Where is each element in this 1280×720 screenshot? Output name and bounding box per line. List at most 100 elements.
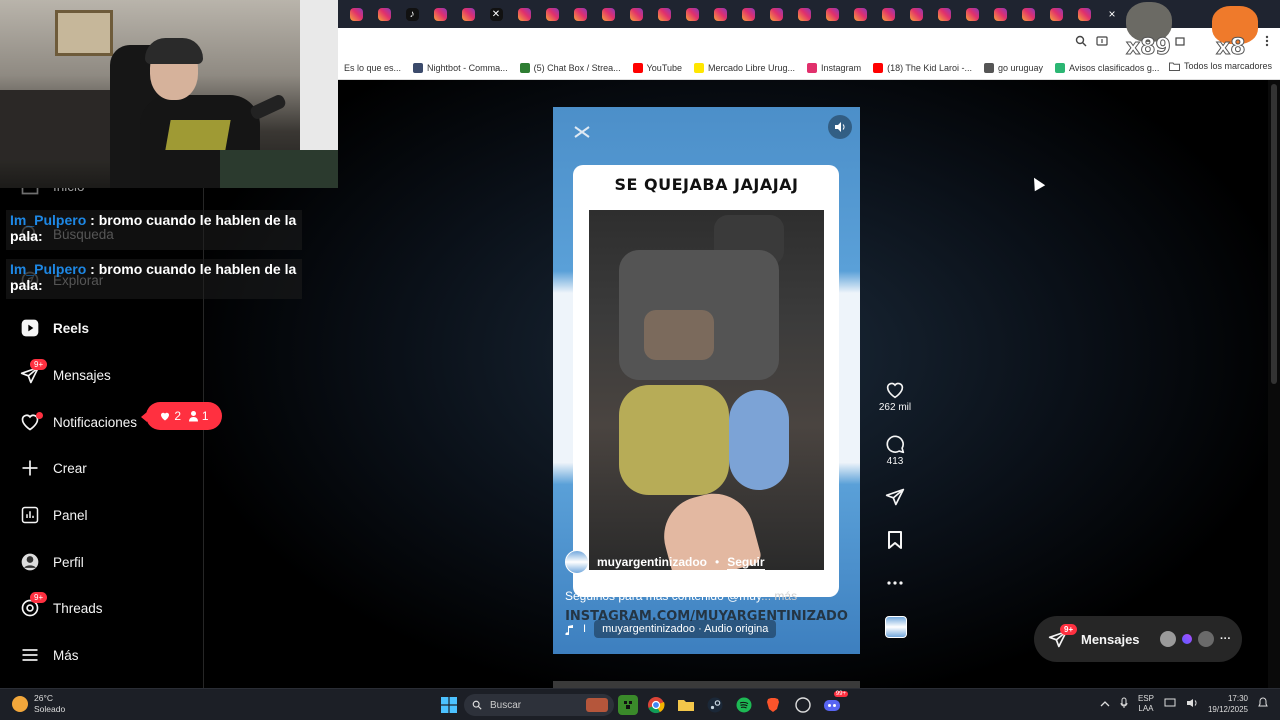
bookmark-item[interactable]: Mercado Libre Urug... [688, 62, 801, 73]
share-icon[interactable] [876, 485, 914, 509]
all-bookmarks-label: Todos los marcadores [1183, 61, 1272, 71]
browser-tab[interactable] [734, 3, 762, 25]
audio-thumbnail[interactable] [885, 616, 907, 638]
sidebar-item-menu[interactable]: Más [0, 635, 204, 675]
caption-more-link[interactable]: ... más [761, 589, 797, 603]
steam-icon[interactable] [705, 695, 725, 715]
like-action[interactable]: 262 mil [876, 378, 914, 413]
zoom-icon[interactable] [1074, 35, 1088, 49]
author-username[interactable]: muyargentinizadoo [597, 555, 707, 569]
bookmark-item[interactable]: go uruguay [978, 62, 1049, 73]
browser-tab[interactable] [1014, 3, 1042, 25]
reel-audio-row[interactable]: I muyargentinizadoo · Audio origina [565, 619, 795, 639]
bookmark-item[interactable]: (5) Chat Box / Strea... [514, 62, 627, 73]
taskbar-search[interactable]: Buscar [464, 694, 614, 716]
windows-start-icon[interactable] [439, 695, 459, 715]
browser-tab[interactable] [958, 3, 986, 25]
browser-tab[interactable] [678, 3, 706, 25]
taskbar-search-placeholder: Buscar [490, 699, 522, 711]
browser-tab[interactable] [342, 3, 370, 25]
heart-icon[interactable] [876, 378, 914, 402]
github-desktop-icon[interactable] [793, 695, 813, 715]
messages-pill[interactable]: 9+ Mensajes ··· [1034, 616, 1242, 662]
clock[interactable]: 17:30 19/12/2025 [1208, 693, 1248, 715]
instagram-icon [937, 7, 951, 21]
browser-tab[interactable] [846, 3, 874, 25]
language-indicator[interactable]: ESP LAA [1138, 694, 1154, 714]
file-explorer-icon[interactable] [676, 695, 696, 715]
browser-tab[interactable] [790, 3, 818, 25]
tab-close-icon[interactable]: × [1104, 7, 1120, 21]
browser-tab[interactable] [538, 3, 566, 25]
discord-icon[interactable]: 99+ [822, 691, 848, 715]
scrollbar-thumb[interactable] [1271, 84, 1277, 384]
bookmark-item[interactable]: Avisos clasificados g... [1049, 62, 1165, 73]
comment-icon[interactable] [876, 432, 914, 456]
more-avatars-indicator: ··· [1220, 633, 1231, 645]
browser-tab[interactable] [1070, 3, 1098, 25]
notifications-popup[interactable]: 2 1 [141, 402, 222, 430]
brave-icon[interactable] [763, 695, 783, 715]
bookmark-item[interactable]: Es lo que es... [338, 63, 407, 73]
browser-tab[interactable] [510, 3, 538, 25]
follow-button[interactable]: Seguir [727, 555, 765, 570]
chevron-up-icon[interactable] [1100, 700, 1110, 709]
clock-date: 19/12/2025 [1207, 705, 1248, 714]
bookmark-item[interactable]: YouTube [627, 62, 688, 73]
browser-tab[interactable]: ✕ [482, 3, 510, 25]
more-action[interactable] [876, 571, 914, 595]
bookmark-item[interactable]: Instagram [801, 62, 867, 73]
browser-tab[interactable] [566, 3, 594, 25]
save-action[interactable] [876, 528, 914, 552]
share-action[interactable] [876, 485, 914, 509]
volume-button[interactable] [828, 115, 852, 139]
messages-pill-badge: 9+ [1060, 624, 1078, 635]
sidebar-item-plus[interactable]: Crear [0, 448, 204, 488]
browser-tab[interactable] [818, 3, 846, 25]
browser-tab[interactable] [1042, 3, 1070, 25]
volume-icon[interactable] [1186, 698, 1198, 710]
browser-tab[interactable] [762, 3, 790, 25]
browser-tab[interactable] [622, 3, 650, 25]
instagram-icon [601, 7, 615, 21]
spotify-icon[interactable] [734, 695, 754, 715]
more-dots-icon[interactable] [876, 571, 914, 595]
reel-caption[interactable]: Seguinos para más contenido @muy... más [565, 589, 797, 603]
install-app-icon[interactable] [1095, 35, 1109, 49]
sidebar-item-reels[interactable]: Reels [0, 308, 204, 348]
author-avatar[interactable] [565, 550, 589, 574]
bookmark-item[interactable]: (18) The Kid Laroi -... [867, 62, 978, 73]
reel-video-player[interactable]: SE QUEJABA JAJAJAJ INSTAGRAM.COM/MUYARGE… [553, 107, 860, 654]
browser-tab[interactable] [874, 3, 902, 25]
browser-tab[interactable] [650, 3, 678, 25]
all-bookmarks-button[interactable]: Todos los marcadores [1168, 61, 1272, 71]
sidebar-item-avatar[interactable]: Perfil [0, 542, 204, 582]
browser-tab[interactable] [706, 3, 734, 25]
sidebar-item-messenger[interactable]: 9+ Mensajes [0, 355, 204, 395]
browser-tab[interactable] [370, 3, 398, 25]
bookmark-icon[interactable] [876, 528, 914, 552]
browser-tab[interactable] [986, 3, 1014, 25]
browser-tab[interactable] [594, 3, 622, 25]
chatbox-icon [519, 62, 530, 73]
network-icon[interactable] [1164, 698, 1176, 710]
next-reel-preview[interactable] [553, 681, 860, 688]
sidebar-item-threads[interactable]: 9+ Threads [0, 588, 204, 628]
browser-tab[interactable]: ♪ [398, 3, 426, 25]
comment-action[interactable]: 413 [876, 432, 914, 467]
weather-widget[interactable]: 26°C Soleado [12, 693, 65, 715]
instagram-icon [657, 7, 671, 21]
minecraft-icon[interactable] [618, 695, 638, 715]
browser-tab[interactable] [902, 3, 930, 25]
avatar [1158, 629, 1178, 649]
browser-tab[interactable] [426, 3, 454, 25]
chrome-icon[interactable] [646, 695, 666, 715]
page-scrollbar[interactable] [1268, 80, 1280, 688]
bookmark-item[interactable]: Nightbot - Comma... [407, 62, 514, 73]
sidebar-item-chart[interactable]: Panel [0, 495, 204, 535]
bookmark-label: YouTube [646, 62, 682, 73]
microphone-icon[interactable] [1120, 697, 1128, 711]
browser-tab[interactable] [930, 3, 958, 25]
browser-tab[interactable] [454, 3, 482, 25]
notifications-bell-icon[interactable] [1258, 697, 1268, 711]
